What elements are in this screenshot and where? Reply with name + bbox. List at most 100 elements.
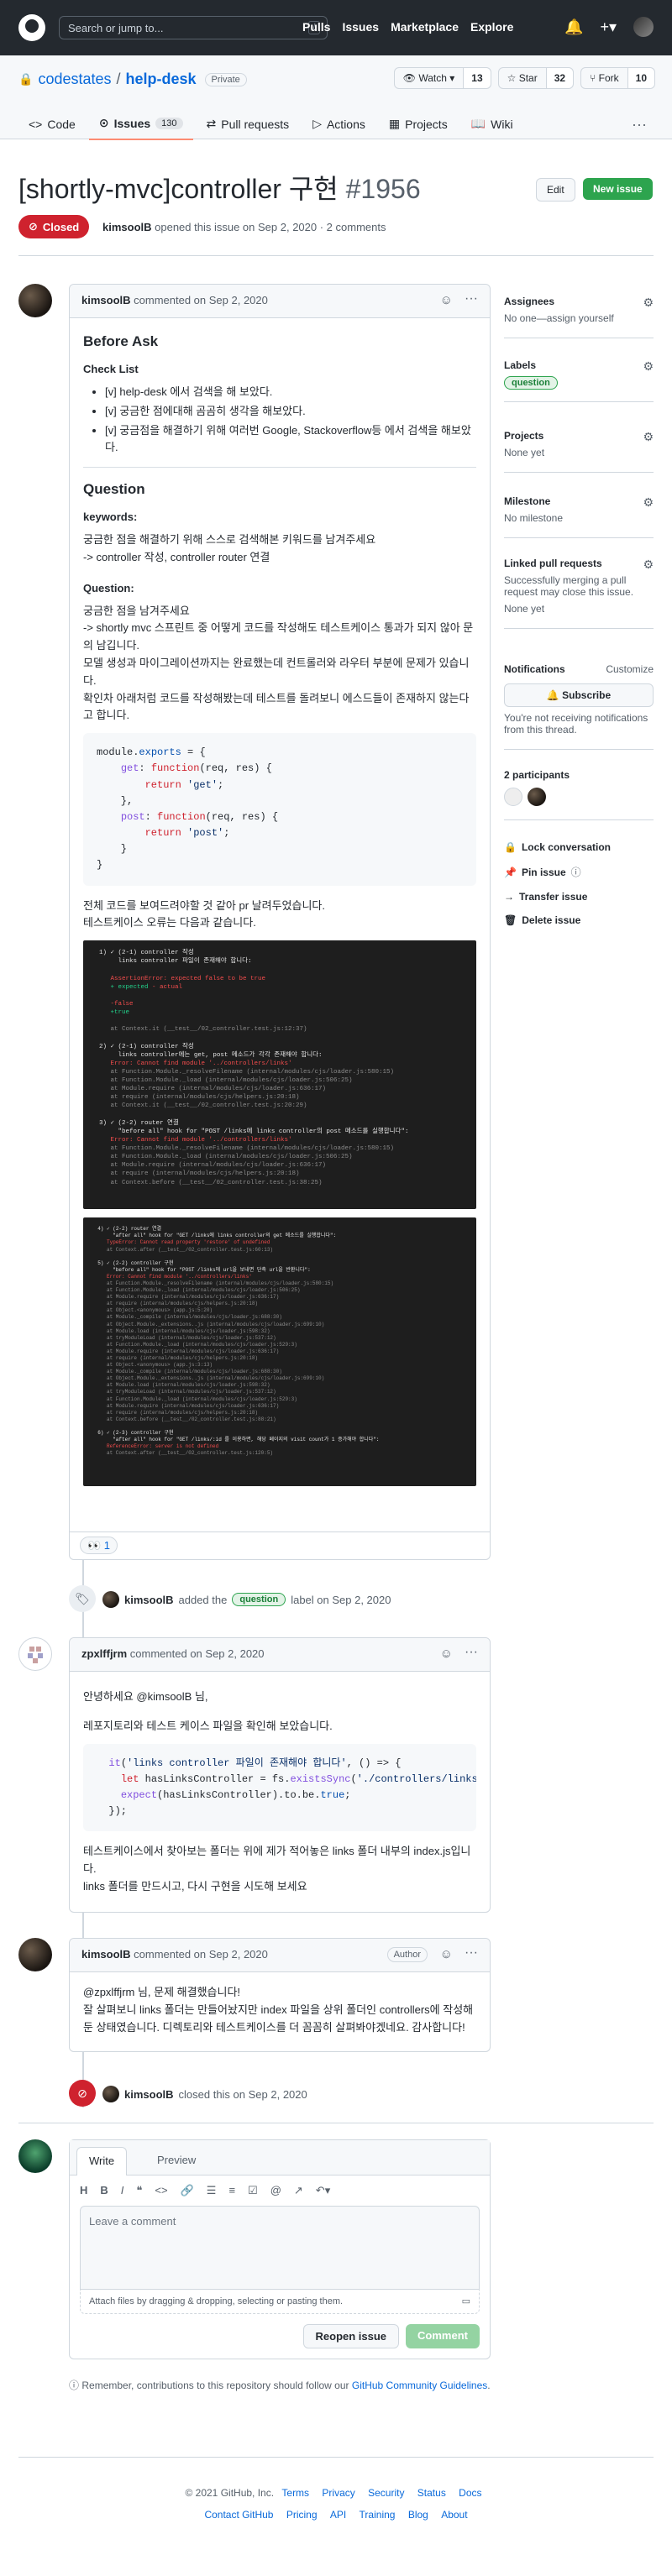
footer-link-privacy[interactable]: Privacy bbox=[322, 2487, 354, 2499]
footer-link-security[interactable]: Security bbox=[368, 2487, 404, 2499]
cross-reference-icon[interactable]: ↗ bbox=[294, 2184, 303, 2197]
checklist: [v] help-desk 에서 검색을 해 보았다. [v] 궁금한 점에대해… bbox=[105, 384, 476, 457]
assignees-value[interactable]: No one—assign yourself bbox=[504, 312, 654, 324]
repo-owner-link[interactable]: codestates bbox=[38, 71, 111, 88]
projects-title[interactable]: Projects bbox=[504, 430, 654, 442]
nav-pulls[interactable]: Pulls bbox=[302, 20, 330, 34]
participant-avatar[interactable] bbox=[504, 788, 522, 806]
link-icon[interactable]: 🔗 bbox=[181, 2184, 194, 2197]
bold-icon[interactable]: B bbox=[100, 2184, 108, 2197]
edit-title-button[interactable]: Edit bbox=[536, 178, 575, 202]
star-button[interactable]: ☆ Star 32 bbox=[497, 67, 575, 89]
add-reaction-icon[interactable]: ☺ bbox=[440, 1947, 453, 1961]
labels-title[interactable]: Labels bbox=[504, 359, 654, 371]
tab-write[interactable]: Write bbox=[76, 2147, 128, 2175]
footer-link-status[interactable]: Status bbox=[417, 2487, 446, 2499]
comment-author-avatar[interactable] bbox=[18, 1637, 52, 1671]
milestone-title[interactable]: Milestone bbox=[504, 495, 654, 507]
footer-link-training[interactable]: Training bbox=[360, 2509, 396, 2521]
community-guidelines-link[interactable]: GitHub Community Guidelines bbox=[352, 2380, 487, 2391]
footer-link-api[interactable]: API bbox=[330, 2509, 346, 2521]
bulleted-list-icon[interactable]: ☰ bbox=[207, 2184, 217, 2197]
github-logo-icon[interactable] bbox=[18, 14, 45, 41]
heading-icon[interactable]: H bbox=[80, 2184, 87, 2197]
transfer-issue-link[interactable]: → Transfer issue bbox=[504, 891, 654, 903]
fork-count[interactable]: 10 bbox=[627, 68, 654, 88]
question-label[interactable]: question bbox=[232, 1593, 286, 1606]
numbered-list-icon[interactable]: ≡ bbox=[228, 2184, 235, 2197]
comment-author-avatar[interactable] bbox=[18, 1938, 52, 1971]
comment-options-icon[interactable]: ··· bbox=[465, 291, 478, 306]
watch-button[interactable]: 👁 Watch ▾ 13 bbox=[393, 67, 491, 89]
issue-author-link[interactable]: kimsoolB bbox=[102, 221, 152, 233]
more-tabs-icon[interactable]: ··· bbox=[632, 116, 647, 134]
subscribe-button[interactable]: 🔔 Subscribe bbox=[504, 683, 654, 707]
code-icon[interactable]: <> bbox=[155, 2184, 167, 2197]
tab-code[interactable]: <> Code bbox=[18, 107, 86, 140]
star-count[interactable]: 32 bbox=[546, 68, 574, 88]
tab-pull-requests[interactable]: ⇄ Pull requests bbox=[197, 107, 300, 140]
fork-button[interactable]: ⑂ Fork 10 bbox=[580, 67, 655, 89]
current-user-avatar[interactable] bbox=[18, 2139, 52, 2173]
footer-link-blog[interactable]: Blog bbox=[408, 2509, 428, 2521]
delete-issue-link[interactable]: 🗑 Delete issue bbox=[504, 914, 654, 926]
mention-icon[interactable]: @ bbox=[270, 2184, 281, 2197]
comment-textarea[interactable]: Leave a comment bbox=[80, 2206, 480, 2290]
reply-icon[interactable]: ↶▾ bbox=[316, 2184, 330, 2197]
tab-projects[interactable]: ▦ Projects bbox=[379, 107, 458, 140]
participant-avatar[interactable] bbox=[528, 788, 546, 806]
pin-issue-link[interactable]: 📌 Pin issue ⓘ bbox=[504, 865, 654, 879]
assignees-title[interactable]: Assignees bbox=[504, 296, 654, 307]
lock-label: Lock conversation bbox=[521, 841, 611, 853]
tab-preview[interactable]: Preview bbox=[145, 2147, 207, 2173]
plus-dropdown-icon[interactable]: +▾ bbox=[600, 18, 617, 36]
user-avatar[interactable] bbox=[633, 17, 654, 37]
reopen-issue-button[interactable]: Reopen issue bbox=[302, 2324, 400, 2348]
add-reaction-icon[interactable]: ☺ bbox=[440, 293, 453, 307]
event-actor-link[interactable]: kimsoolB bbox=[124, 1594, 174, 1606]
event-actor-avatar[interactable] bbox=[102, 2086, 119, 2102]
attach-files-area[interactable]: Attach files by dragging & dropping, sel… bbox=[80, 2290, 480, 2314]
footer-link-contact[interactable]: Contact GitHub bbox=[204, 2509, 273, 2521]
new-issue-button[interactable]: New issue bbox=[583, 178, 653, 200]
gear-icon[interactable]: ⚙ bbox=[643, 430, 654, 444]
footer-link-docs[interactable]: Docs bbox=[459, 2487, 481, 2499]
footer-link-pricing[interactable]: Pricing bbox=[286, 2509, 318, 2521]
quote-icon[interactable]: ❝ bbox=[136, 2184, 142, 2197]
comment-author-avatar[interactable] bbox=[18, 284, 52, 317]
gear-icon[interactable]: ⚙ bbox=[643, 558, 654, 572]
event-actor-avatar[interactable] bbox=[102, 1591, 119, 1608]
tab-wiki[interactable]: 📖 Wiki bbox=[461, 107, 523, 140]
gear-icon[interactable]: ⚙ bbox=[643, 359, 654, 374]
repo-name-link[interactable]: help-desk bbox=[126, 71, 197, 88]
comment-author-link[interactable]: zpxlffjrm bbox=[81, 1647, 127, 1660]
nav-issues[interactable]: Issues bbox=[342, 20, 379, 34]
task-list-icon[interactable]: ☑ bbox=[248, 2184, 258, 2197]
lock-conversation-link[interactable]: 🔒 Lock conversation bbox=[504, 841, 654, 853]
footer-link-terms[interactable]: Terms bbox=[281, 2487, 309, 2499]
gear-icon[interactable]: ⚙ bbox=[643, 296, 654, 310]
repo-tabs: <> Code ⊙ Issues 130 ⇄ Pull requests ▷ Action… bbox=[18, 107, 523, 140]
italic-icon[interactable]: I bbox=[121, 2184, 124, 2197]
comment-options-icon[interactable]: ··· bbox=[465, 1645, 478, 1660]
tab-actions[interactable]: ▷ Actions bbox=[302, 107, 375, 140]
comment-button[interactable]: Comment bbox=[406, 2324, 480, 2348]
footer-link-about[interactable]: About bbox=[441, 2509, 467, 2521]
comment-options-icon[interactable]: ··· bbox=[465, 1945, 478, 1961]
add-reaction-icon[interactable]: ☺ bbox=[440, 1647, 453, 1661]
comment-author-link[interactable]: kimsoolB bbox=[81, 1948, 131, 1961]
nav-explore[interactable]: Explore bbox=[470, 20, 513, 34]
event-actor-link[interactable]: kimsoolB bbox=[124, 2088, 174, 2101]
tab-issues[interactable]: ⊙ Issues 130 bbox=[88, 107, 193, 140]
watch-count[interactable]: 13 bbox=[464, 68, 491, 88]
search-input[interactable]: Search or jump to... / bbox=[59, 16, 328, 39]
question-label[interactable]: question bbox=[504, 376, 558, 390]
customize-link[interactable]: Customize bbox=[606, 663, 654, 675]
eyes-reaction-button[interactable]: 👀 1 bbox=[80, 1537, 118, 1554]
nav-marketplace[interactable]: Marketplace bbox=[391, 20, 459, 34]
linked-prs-title[interactable]: Linked pull requests bbox=[504, 558, 654, 569]
comment-author-link[interactable]: kimsoolB bbox=[81, 294, 131, 306]
markdown-icon[interactable]: ▭ bbox=[462, 2296, 470, 2306]
bell-icon[interactable]: 🔔 bbox=[564, 18, 583, 36]
gear-icon[interactable]: ⚙ bbox=[643, 495, 654, 510]
